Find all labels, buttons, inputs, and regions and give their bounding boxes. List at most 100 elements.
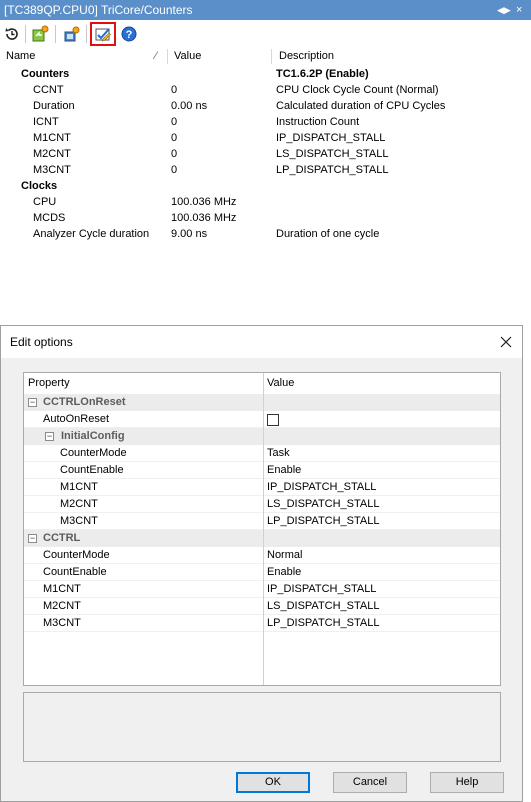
counter-description: TC1.6.2P (Enable) xyxy=(276,68,369,80)
collapse-icon[interactable]: − xyxy=(28,398,37,407)
collapse-icon[interactable]: − xyxy=(28,534,37,543)
toolbar-separator xyxy=(86,25,87,43)
property-label: M1CNT xyxy=(43,583,81,595)
help-button[interactable]: Help xyxy=(430,772,504,793)
category-label: CCTRL xyxy=(43,532,81,544)
refresh-button[interactable] xyxy=(29,23,51,45)
property-value[interactable]: IP_DISPATCH_STALL xyxy=(267,479,376,496)
property-category-row[interactable]: − CCTRLOnReset xyxy=(24,394,500,411)
ok-button[interactable]: OK xyxy=(236,772,310,793)
column-divider[interactable] xyxy=(167,49,168,64)
property-label: CounterMode xyxy=(43,549,110,561)
collapse-icon[interactable]: − xyxy=(45,432,54,441)
property-value[interactable]: LS_DISPATCH_STALL xyxy=(267,598,380,615)
property-value[interactable]: Task xyxy=(267,445,290,462)
property-value[interactable]: LS_DISPATCH_STALL xyxy=(267,496,380,513)
property-category-row[interactable]: − InitialConfig xyxy=(24,428,500,445)
counter-description: IP_DISPATCH_STALL xyxy=(276,132,386,144)
property-row[interactable]: M3CNT LP_DISPATCH_STALL xyxy=(24,513,500,530)
property-row[interactable]: M2CNT LS_DISPATCH_STALL xyxy=(24,496,500,513)
help-button[interactable]: ? xyxy=(118,23,140,45)
cancel-button[interactable]: Cancel xyxy=(333,772,407,793)
export-button[interactable] xyxy=(60,23,82,45)
property-row[interactable]: M3CNT LP_DISPATCH_STALL xyxy=(24,615,500,632)
property-row[interactable]: CountEnable Enable xyxy=(24,462,500,479)
counters-table-header: Name ⁄ Value Description xyxy=(0,48,531,65)
counter-value: 0 xyxy=(171,84,178,96)
property-row[interactable]: AutoOnReset xyxy=(24,411,500,428)
close-icon[interactable]: × xyxy=(516,0,522,20)
counter-row[interactable]: CPU 100.036 MHz xyxy=(0,194,531,210)
property-value[interactable]: IP_DISPATCH_STALL xyxy=(267,581,376,598)
property-row[interactable]: M1CNT IP_DISPATCH_STALL xyxy=(24,581,500,598)
counter-name: M2CNT xyxy=(33,148,71,160)
counter-value: 9.00 ns xyxy=(171,228,208,240)
property-label: M1CNT xyxy=(60,481,98,493)
toolbar: ? xyxy=(0,21,531,47)
property-label: M2CNT xyxy=(43,600,81,612)
property-label: M3CNT xyxy=(43,617,81,629)
counter-description: LP_DISPATCH_STALL xyxy=(276,164,389,176)
property-row[interactable]: CounterMode Task xyxy=(24,445,500,462)
dialog-close-button[interactable] xyxy=(496,332,516,352)
counter-name: Analyzer Cycle duration xyxy=(33,228,150,240)
property-label: M3CNT xyxy=(60,515,98,527)
auto-on-reset-checkbox[interactable] xyxy=(267,414,279,426)
counter-description: Calculated duration of CPU Cycles xyxy=(276,100,446,112)
column-divider[interactable] xyxy=(271,49,272,64)
counter-name: M1CNT xyxy=(33,132,71,144)
counter-name: Duration xyxy=(33,100,75,112)
property-category-row[interactable]: − CCTRL xyxy=(24,530,500,547)
panel-title: [TC389QP.CPU0] TriCore/Counters xyxy=(4,3,193,17)
column-divider[interactable] xyxy=(263,393,264,685)
property-label: CountEnable xyxy=(60,464,124,476)
property-row[interactable]: M2CNT LS_DISPATCH_STALL xyxy=(24,598,500,615)
counter-name: M3CNT xyxy=(33,164,71,176)
counter-value: 0 xyxy=(171,164,178,176)
property-value[interactable]: LP_DISPATCH_STALL xyxy=(267,615,380,632)
column-divider[interactable] xyxy=(263,373,264,393)
column-header-name[interactable]: Name xyxy=(6,48,35,65)
property-description-box xyxy=(23,692,501,762)
counter-value: 0.00 ns xyxy=(171,100,208,112)
toolbar-separator xyxy=(55,25,56,43)
counter-row[interactable]: ICNT 0 Instruction Count xyxy=(0,114,531,130)
property-value[interactable]: Enable xyxy=(267,564,301,581)
counter-value: 100.036 MHz xyxy=(171,212,237,224)
counter-row[interactable]: M1CNT 0 IP_DISPATCH_STALL xyxy=(0,130,531,146)
counter-row[interactable]: Analyzer Cycle duration 9.00 ns Duration o… xyxy=(0,226,531,242)
property-grid-header: Property Value xyxy=(24,373,500,393)
edit-options-button[interactable] xyxy=(90,22,116,46)
counter-row[interactable]: MCDS 100.036 MHz xyxy=(0,210,531,226)
counter-row[interactable]: M2CNT 0 LS_DISPATCH_STALL xyxy=(0,146,531,162)
property-label: CounterMode xyxy=(60,447,127,459)
counter-name: MCDS xyxy=(33,212,66,224)
property-value[interactable]: LP_DISPATCH_STALL xyxy=(267,513,380,530)
property-label: M2CNT xyxy=(60,498,98,510)
counters-panel: [TC389QP.CPU0] TriCore/Counters ◀▶ × ? N… xyxy=(0,0,531,255)
dock-arrows-icon[interactable]: ◀▶ xyxy=(497,0,511,20)
column-header-value[interactable]: Value xyxy=(174,48,201,65)
counter-row[interactable]: Duration 0.00 ns Calculated duration of CP… xyxy=(0,98,531,114)
column-header-property: Property xyxy=(28,377,70,389)
column-header-value: Value xyxy=(267,377,295,389)
counter-name: CPU xyxy=(33,196,57,208)
property-row[interactable]: M1CNT IP_DISPATCH_STALL xyxy=(24,479,500,496)
reset-button[interactable] xyxy=(1,23,23,45)
category-label: CCTRLOnReset xyxy=(43,396,126,408)
sort-indicator-icon: ⁄ xyxy=(155,50,157,62)
counter-description: Instruction Count xyxy=(276,116,360,128)
counter-group-row[interactable]: Counters TC1.6.2P (Enable) xyxy=(0,66,531,82)
property-row[interactable]: CountEnable Enable xyxy=(24,564,500,581)
counter-group-row[interactable]: Clocks xyxy=(0,178,531,194)
category-label: InitialConfig xyxy=(61,430,125,442)
property-row[interactable]: CounterMode Normal xyxy=(24,547,500,564)
counter-row[interactable]: M3CNT 0 LP_DISPATCH_STALL xyxy=(0,162,531,178)
property-value[interactable]: Normal xyxy=(267,547,302,564)
counter-value: 100.036 MHz xyxy=(171,196,237,208)
counter-row[interactable]: CCNT 0 CPU Clock Cycle Count (Normal) xyxy=(0,82,531,98)
column-header-description[interactable]: Description xyxy=(279,48,334,65)
toolbar-separator xyxy=(25,25,26,43)
property-label: AutoOnReset xyxy=(43,413,110,425)
property-value[interactable]: Enable xyxy=(267,462,301,479)
